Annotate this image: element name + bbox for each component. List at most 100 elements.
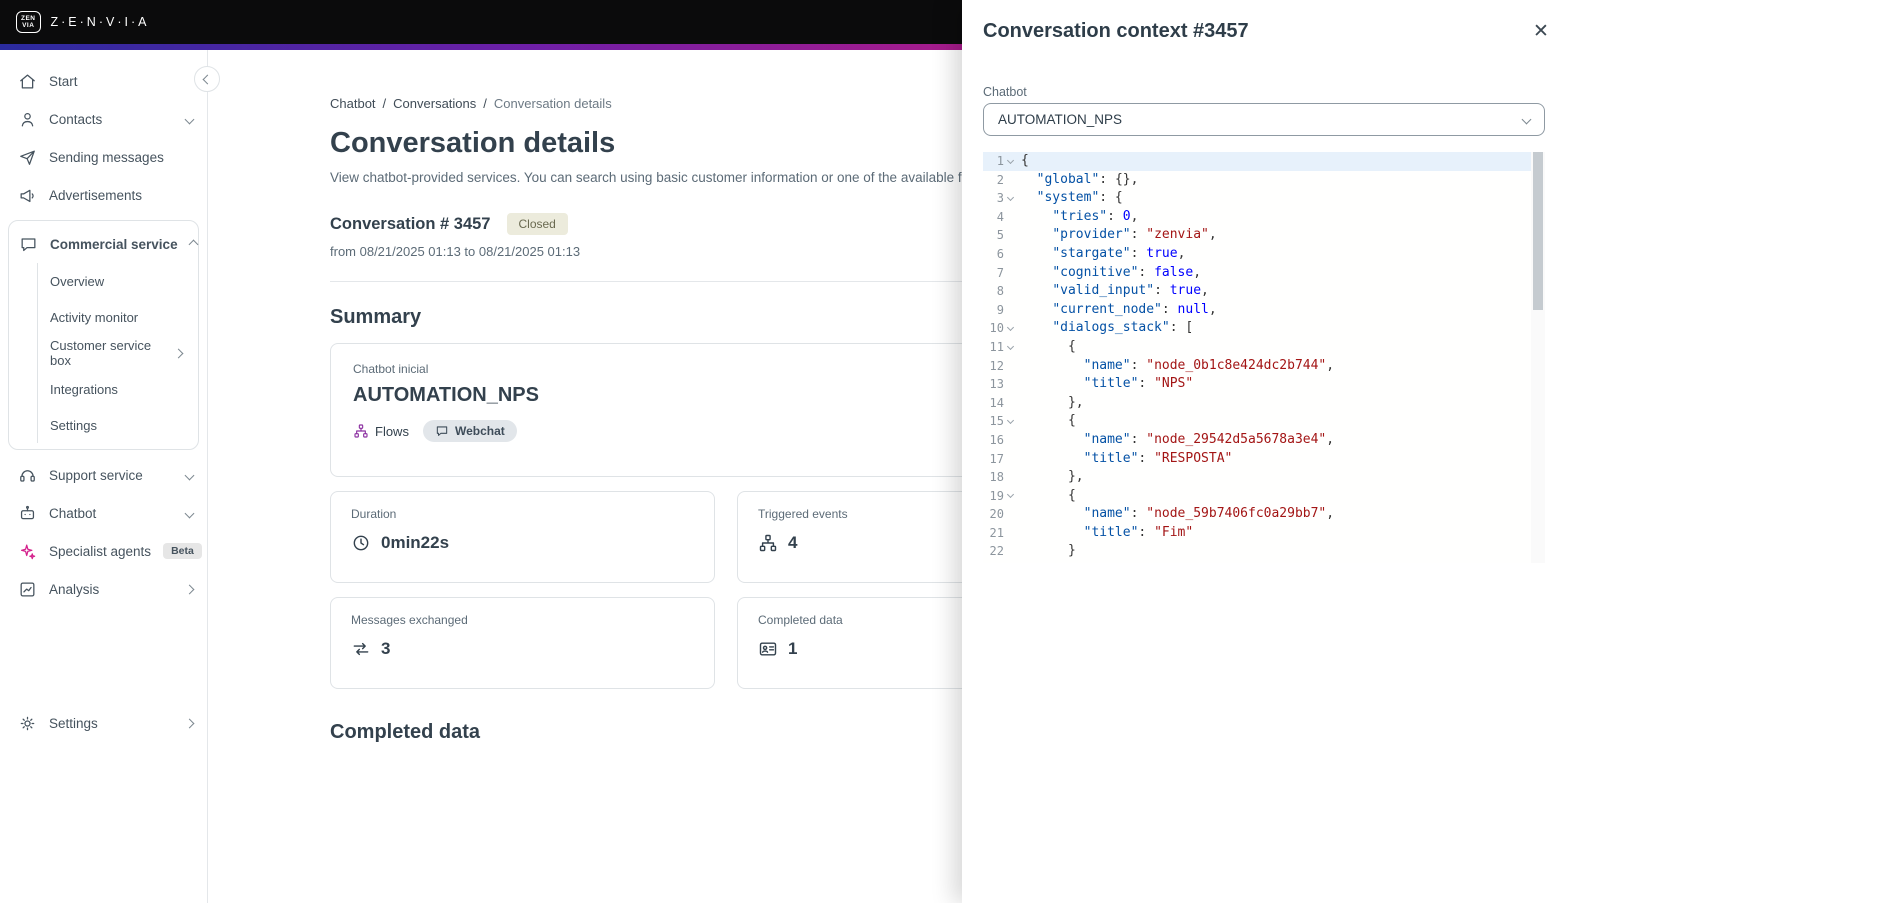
sidebar-item-settings[interactable]: Settings (0, 704, 207, 742)
duration-card: Duration 0min22s (330, 491, 715, 583)
fold-icon[interactable] (1004, 327, 1016, 330)
chatbot-field-label: Chatbot (983, 85, 1027, 99)
editor-line[interactable]: 22 } (983, 542, 1545, 561)
line-number: 4 (996, 209, 1004, 224)
line-number: 5 (996, 228, 1004, 243)
code-line-text: "name": "node_0b1c8e424dc2b744", (1083, 357, 1335, 373)
editor-line[interactable]: 18 }, (983, 468, 1545, 487)
editor-line[interactable]: 2 "global": {}, (983, 171, 1545, 190)
editor-gutter: 6 (983, 245, 1017, 264)
sidebar-item-support-service[interactable]: Support service (0, 456, 207, 494)
webchat-tag-label: Webchat (454, 424, 505, 438)
editor-gutter: 1 (983, 152, 1017, 171)
flows-tag: Flows (353, 423, 409, 439)
stat-value: 1 (788, 639, 798, 658)
sidebar-item-chatbot[interactable]: Chatbot (0, 494, 207, 532)
editor-gutter: 22 (983, 542, 1017, 561)
editor-line[interactable]: 1{ (983, 152, 1545, 171)
editor-line[interactable]: 6 "stargate": true, (983, 245, 1545, 264)
close-icon[interactable]: ✕ (1528, 18, 1554, 44)
chevron-left-icon (202, 74, 212, 84)
brand-name[interactable]: Z·E·N·V·I·A (51, 15, 150, 29)
sidebar-item-label: Commercial service (50, 236, 178, 252)
status-badge: Closed (506, 213, 568, 235)
editor-scrollbar[interactable] (1531, 152, 1545, 563)
code-line-text: "name": "node_29542d5a5678a3e4", (1083, 431, 1335, 447)
code-line-text: { (1021, 487, 1076, 503)
code-editor[interactable]: 1{2 "global": {}, 3 "system": {4 "tries":… (983, 152, 1545, 563)
editor-line[interactable]: 17 "title": "RESPOSTA" (983, 450, 1545, 469)
editor-gutter: 15 (983, 412, 1017, 431)
sidebar-item-label: Integrations (50, 381, 118, 397)
line-number: 13 (989, 377, 1004, 392)
sidebar-item-customer-service-box[interactable]: Customer service box (38, 335, 198, 371)
code-line-text: "system": { (1036, 190, 1123, 206)
sidebar-item-overview[interactable]: Overview (38, 263, 198, 299)
editor-line[interactable]: 19 { (983, 487, 1545, 506)
zenvia-logo-icon[interactable]: ZEN VIA (16, 11, 41, 33)
editor-line[interactable]: 12 "name": "node_0b1c8e424dc2b744", (983, 357, 1545, 376)
events-icon (759, 534, 777, 552)
editor-gutter: 7 (983, 264, 1017, 283)
breadcrumb-separator: / (382, 96, 387, 111)
editor-line[interactable]: 4 "tries": 0, (983, 208, 1545, 227)
editor-line[interactable]: 3 "system": { (983, 189, 1545, 208)
editor-gutter: 18 (983, 468, 1017, 487)
sidebar-collapse-button[interactable] (194, 66, 220, 92)
editor-line[interactable]: 7 "cognitive": false, (983, 264, 1545, 283)
editor-line[interactable]: 16 "name": "node_29542d5a5678a3e4", (983, 431, 1545, 450)
stat-value: 4 (788, 533, 798, 552)
editor-line[interactable]: 20 "name": "node_59b7406fc0a29bb7", (983, 505, 1545, 524)
editor-gutter: 13 (983, 375, 1017, 394)
editor-line[interactable]: 15 { (983, 412, 1545, 431)
code-line-text: "valid_input": true, (1052, 283, 1209, 299)
line-number: 9 (996, 302, 1004, 317)
breadcrumb-conversations[interactable]: Conversations (393, 96, 476, 111)
line-number: 11 (989, 339, 1004, 354)
flow-icon (354, 424, 368, 438)
logo-bottom-text: VIA (22, 22, 35, 29)
sidebar-item-advertisements[interactable]: Advertisements (0, 176, 207, 214)
fold-icon[interactable] (1004, 494, 1016, 497)
editor-gutter: 9 (983, 301, 1017, 320)
sidebar-item-sending-messages[interactable]: Sending messages (0, 138, 207, 176)
sidebar-item-specialist-agents[interactable]: Specialist agents Beta (0, 532, 207, 570)
sidebar-item-start[interactable]: Start (0, 62, 207, 100)
sidebar-item-label: Overview (50, 273, 105, 289)
fold-icon[interactable] (1004, 160, 1016, 163)
editor-line[interactable]: 14 }, (983, 394, 1545, 413)
editor-gutter: 21 (983, 524, 1017, 543)
scrollbar-thumb[interactable] (1533, 152, 1543, 310)
editor-line[interactable]: 11 { (983, 338, 1545, 357)
code-line-text: "name": "node_59b7406fc0a29bb7", (1083, 506, 1335, 522)
sidebar-item-settings-sub[interactable]: Settings (38, 407, 198, 443)
line-number: 19 (989, 488, 1004, 503)
line-number: 21 (989, 525, 1004, 540)
messages-icon (353, 642, 369, 656)
sidebar-item-label: Advertisements (49, 187, 143, 203)
chatbot-select[interactable]: AUTOMATION_NPS (983, 103, 1545, 136)
sidebar-item-analysis[interactable]: Analysis (0, 570, 207, 608)
sidebar-item-integrations[interactable]: Integrations (38, 371, 198, 407)
flows-tag-label: Flows (375, 423, 409, 439)
editor-line[interactable]: 8 "valid_input": true, (983, 282, 1545, 301)
chart-icon (20, 582, 35, 596)
fold-icon[interactable] (1004, 197, 1016, 200)
sparkles-icon (20, 544, 36, 559)
fold-icon[interactable] (1004, 420, 1016, 423)
editor-line[interactable]: 10 "dialogs_stack": [ (983, 319, 1545, 338)
editor-line[interactable]: 21 "title": "Fim" (983, 524, 1545, 543)
sidebar-item-contacts[interactable]: Contacts (0, 100, 207, 138)
editor-line[interactable]: 13 "title": "NPS" (983, 375, 1545, 394)
code-line-text: "current_node": null, (1052, 301, 1217, 317)
editor-line[interactable]: 9 "current_node": null, (983, 301, 1545, 320)
fold-icon[interactable] (1004, 346, 1016, 349)
editor-line[interactable]: 5 "provider": "zenvia", (983, 226, 1545, 245)
sidebar-item-label: Settings (49, 715, 98, 731)
breadcrumb-chatbot[interactable]: Chatbot (330, 96, 376, 111)
sidebar-item-commercial-service[interactable]: Commercial service (9, 225, 199, 263)
sidebar-group-commercial-service: Commercial service Overview Activity mon… (8, 220, 199, 450)
code-line-text: { (1021, 413, 1076, 429)
sidebar-item-activity-monitor[interactable]: Activity monitor (38, 299, 198, 335)
sidebar-item-label: Sending messages (49, 149, 164, 165)
